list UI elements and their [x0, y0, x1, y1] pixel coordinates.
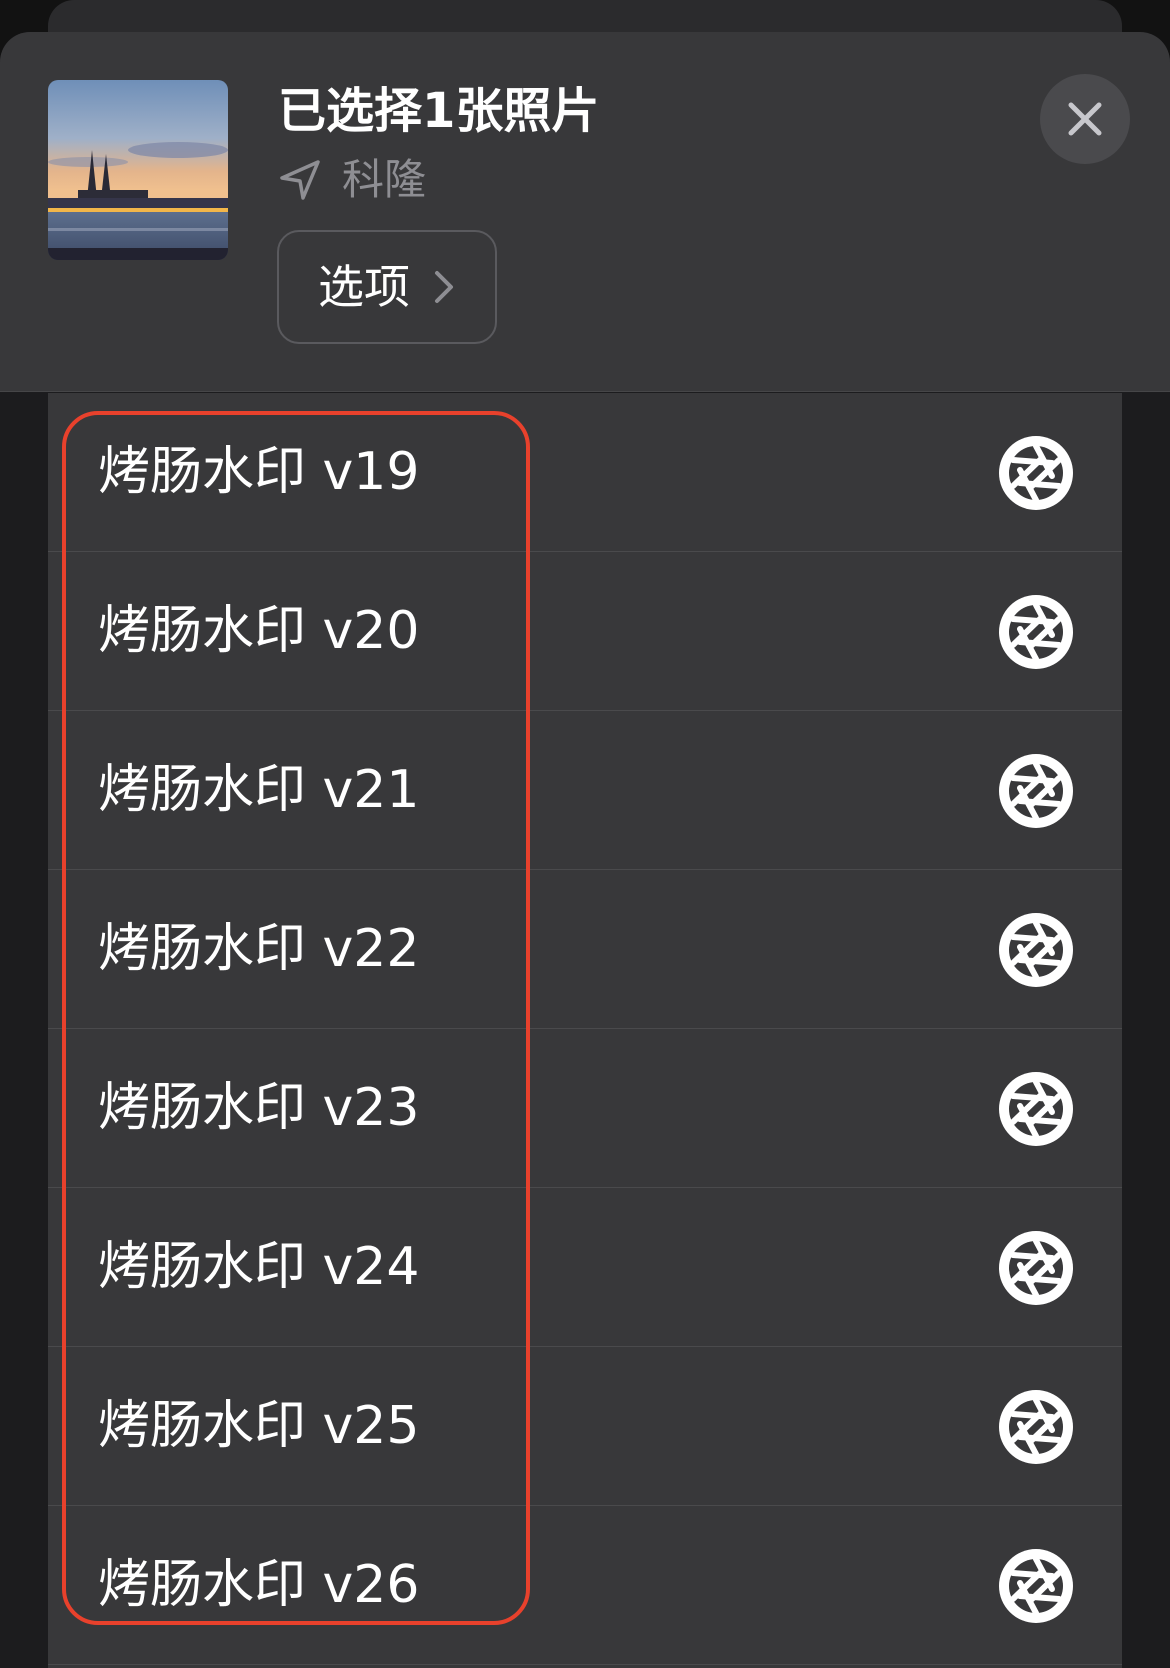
aperture-shutter-icon: [996, 751, 1076, 831]
photo-thumbnail[interactable]: [48, 80, 228, 260]
aperture-shutter-icon: [996, 1069, 1076, 1149]
action-label: 烤肠水印 v24: [98, 1237, 420, 1297]
action-label: 烤肠水印 v23: [98, 1078, 420, 1138]
location-label: 科隆: [342, 155, 427, 204]
aperture-shutter-icon: [996, 1387, 1076, 1467]
cathedral-photo: [48, 80, 228, 260]
list-item[interactable]: 烤肠水印 v23: [48, 1029, 1122, 1188]
action-label: 烤肠水印 v21: [98, 760, 420, 820]
action-list: 烤肠水印 v19 烤肠水印 v20 烤肠水印 v21 烤肠水印 v22 烤肠水印…: [48, 393, 1122, 1668]
list-item[interactable]: 烤肠水印 v25: [48, 1347, 1122, 1506]
options-button[interactable]: 选项: [277, 230, 497, 344]
location-arrow-icon: [280, 160, 320, 200]
options-label: 选项: [318, 260, 410, 314]
location-row: 科隆: [278, 152, 426, 208]
aperture-shutter-icon: [996, 910, 1076, 990]
list-item[interactable]: 烤肠水印 v24: [48, 1188, 1122, 1347]
aperture-shutter-icon: [996, 433, 1076, 513]
list-item[interactable]: 烤肠水印 v20: [48, 552, 1122, 711]
share-sheet: 已选择1张照片 科隆 选项 烤肠水印 v19 烤肠水印 v20 烤肠水印 v21…: [0, 32, 1170, 1668]
list-item[interactable]: 烤肠水印 v26: [48, 1506, 1122, 1665]
selection-title: 已选择1张照片: [278, 83, 600, 139]
chevron-right-icon: [435, 271, 453, 303]
aperture-shutter-icon: [996, 592, 1076, 672]
action-label: 烤肠水印 v19: [98, 442, 420, 502]
share-header: 已选择1张照片 科隆 选项: [0, 32, 1170, 392]
action-label: 烤肠水印 v22: [98, 919, 420, 979]
action-label: 烤肠水印 v25: [98, 1396, 420, 1456]
close-icon: [1068, 102, 1102, 136]
aperture-shutter-icon: [996, 1546, 1076, 1626]
list-item[interactable]: 烤肠水印 v21: [48, 711, 1122, 870]
aperture-shutter-icon: [996, 1228, 1076, 1308]
action-label: 烤肠水印 v26: [98, 1555, 420, 1615]
list-item[interactable]: 烤肠水印 v22: [48, 870, 1122, 1029]
close-button[interactable]: [1040, 74, 1130, 164]
action-label: 烤肠水印 v20: [98, 601, 420, 661]
list-item[interactable]: 烤肠水印 v19: [48, 393, 1122, 552]
